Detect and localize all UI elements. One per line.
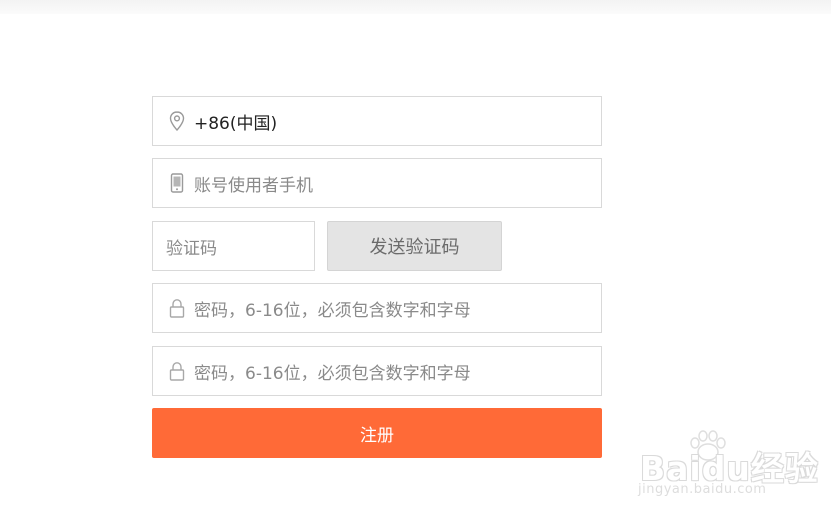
location-pin-icon (168, 111, 186, 131)
send-code-button[interactable]: 发送验证码 (327, 221, 502, 271)
phone-input[interactable]: 账号使用者手机 (152, 158, 602, 208)
top-bar-strip (0, 0, 831, 14)
country-code-select[interactable]: +86(中国) (152, 96, 602, 146)
password-input-placeholder: 密码，6-16位，必须包含数字和字母 (194, 300, 471, 321)
phone-input-placeholder: 账号使用者手机 (194, 175, 313, 196)
country-code-value: +86(中国) (194, 113, 278, 134)
confirm-password-input[interactable]: 密码，6-16位，必须包含数字和字母 (152, 346, 602, 396)
confirm-password-input-placeholder: 密码，6-16位，必须包含数字和字母 (194, 363, 471, 384)
password-input[interactable]: 密码，6-16位，必须包含数字和字母 (152, 283, 602, 333)
mobile-phone-icon (168, 173, 186, 193)
lock-icon (168, 298, 186, 318)
watermark-url: jingyan.baidu.com (638, 482, 767, 497)
verification-code-input[interactable]: 验证码 (152, 221, 315, 271)
lock-icon (168, 361, 186, 381)
register-button[interactable]: 注册 (152, 408, 602, 458)
verification-code-placeholder: 验证码 (166, 238, 217, 259)
baidu-jingyan-watermark: Baidu经验 jingyan.baidu.com (630, 430, 818, 510)
